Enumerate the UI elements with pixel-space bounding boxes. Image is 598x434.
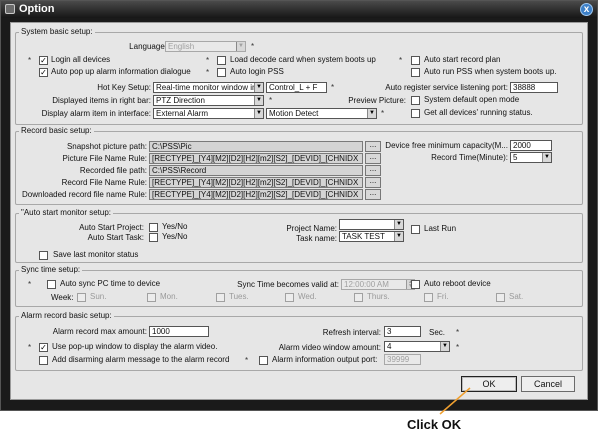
- annotation-arrow: [439, 387, 471, 415]
- annotation-label: Click OK: [407, 417, 462, 432]
- annotation-arrow-line: [439, 387, 471, 415]
